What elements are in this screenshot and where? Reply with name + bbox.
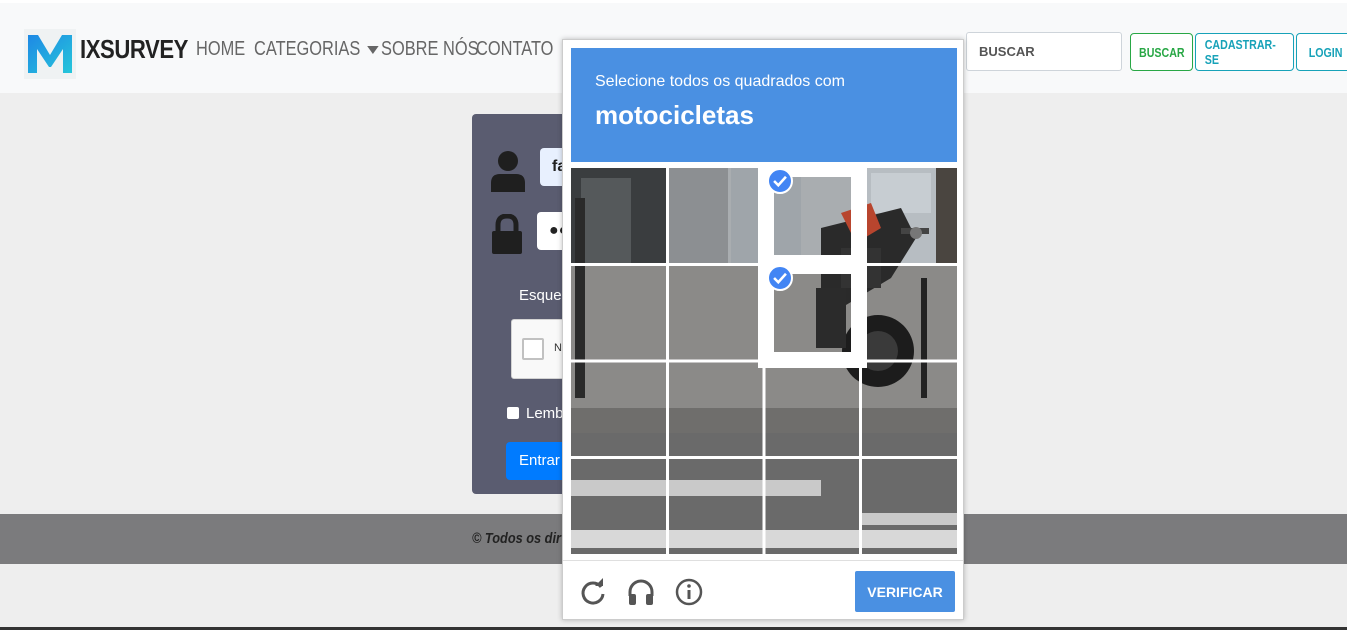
logo-m-icon: [24, 29, 76, 79]
search-button[interactable]: BUSCAR: [1130, 33, 1193, 71]
captcha-target: motocicletas: [595, 100, 754, 130]
headphones-icon[interactable]: [627, 578, 655, 606]
nav-home[interactable]: HOME: [196, 38, 245, 61]
login-button-label: LOGIN: [1309, 44, 1343, 60]
login-button[interactable]: LOGIN: [1296, 33, 1347, 71]
remember-checkbox[interactable]: [507, 407, 519, 419]
captcha-challenge: Selecione todos os quadrados com motocic…: [562, 39, 964, 620]
signup-button[interactable]: CADASTRAR-SE: [1195, 33, 1294, 71]
tile-selected-check-icon[interactable]: [767, 168, 793, 194]
captcha-instruction: Selecione todos os quadrados com: [595, 73, 845, 90]
nav-contato[interactable]: CONTATO: [476, 38, 553, 61]
verify-button[interactable]: VERIFICAR: [855, 571, 955, 612]
user-icon: [491, 151, 525, 192]
brand-name: IXSURVEY: [80, 34, 188, 64]
nav-categorias[interactable]: CATEGORIAS: [254, 38, 379, 61]
info-icon[interactable]: [675, 578, 703, 606]
tile-selected-check-icon[interactable]: [767, 265, 793, 291]
reload-icon[interactable]: [579, 578, 607, 606]
nav-sobre[interactable]: SOBRE NÓS: [381, 38, 479, 61]
caret-down-icon: [366, 45, 379, 54]
brand-logo[interactable]: IXSURVEY: [24, 29, 188, 79]
captcha-image-grid: [571, 168, 957, 554]
search-input[interactable]: [966, 32, 1122, 71]
footer-copyright: © Todos os dir: [472, 530, 561, 547]
captcha-footer-divider: [563, 560, 963, 561]
recaptcha-label: N: [554, 342, 562, 354]
recaptcha-checkbox[interactable]: [522, 338, 544, 360]
search-button-label: BUSCAR: [1138, 44, 1185, 60]
signup-button-label: CADASTRAR-SE: [1204, 37, 1276, 67]
nav-categorias-label: CATEGORIAS: [254, 38, 361, 60]
captcha-header: Selecione todos os quadrados com motocic…: [571, 48, 957, 162]
lock-icon: [492, 214, 522, 254]
street-scene-image: [571, 168, 957, 554]
